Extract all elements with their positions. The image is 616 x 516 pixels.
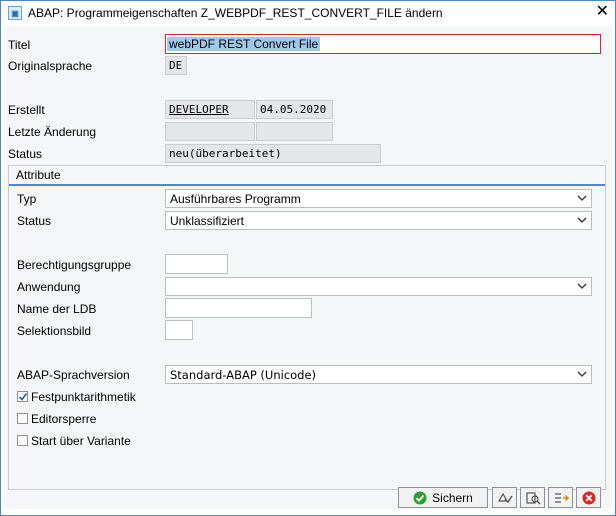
sap-app-icon: ▣ xyxy=(8,6,22,20)
close-icon[interactable]: ✕ xyxy=(596,4,609,20)
erstellt-user-field[interactable]: DEVELOPER xyxy=(165,100,255,119)
cancel-button[interactable] xyxy=(576,487,601,508)
chevron-down-icon xyxy=(577,283,587,289)
status-field[interactable]: neu(überarbeitet) xyxy=(165,144,381,163)
chevron-down-icon xyxy=(577,195,587,201)
window-title: ABAP: Programmeigenschaften Z_WEBPDF_RES… xyxy=(28,6,443,20)
chevron-down-icon xyxy=(577,371,587,377)
selektionsbild-label: Selektionsbild xyxy=(17,324,92,338)
selektionsbild-input[interactable] xyxy=(165,320,193,340)
check-icon xyxy=(497,492,513,503)
start-variante-label: Start über Variante xyxy=(31,434,131,448)
cancel-icon xyxy=(582,491,595,504)
letzte-aenderung-date-field[interactable] xyxy=(256,122,333,141)
check-circle-icon xyxy=(413,491,427,504)
letzte-aenderung-label: Letzte Änderung xyxy=(8,125,97,139)
check-syntax-button[interactable] xyxy=(492,487,517,508)
festpunktarithmetik-label: Festpunktarithmetik xyxy=(31,390,136,404)
editorsperre-label: Editorsperre xyxy=(31,412,97,426)
title-bar[interactable]: ▣ ABAP: Programmeigenschaften Z_WEBPDF_R… xyxy=(1,1,615,25)
berechtigungsgruppe-input[interactable] xyxy=(165,254,228,274)
transfer-icon xyxy=(554,492,569,503)
attribute-group: Attribute Typ Ausführbares Programm Stat… xyxy=(8,165,606,490)
sprachversion-value: Standard-ABAP (Unicode) xyxy=(170,367,317,382)
erstellt-label: Erstellt xyxy=(8,103,45,117)
dialog-body: Titel webPDF REST Convert File Originals… xyxy=(4,26,612,509)
dialog-window: ▣ ABAP: Programmeigenschaften Z_WEBPDF_R… xyxy=(0,0,616,516)
anwendung-label: Anwendung xyxy=(17,280,81,294)
transfer-button[interactable] xyxy=(548,487,573,508)
status-label: Status xyxy=(8,147,43,161)
typ-label: Typ xyxy=(17,192,37,206)
checkmark-icon xyxy=(18,393,28,401)
editorsperre-checkbox[interactable] xyxy=(17,413,28,424)
erstellt-date-field[interactable]: 04.05.2020 xyxy=(256,100,333,119)
chevron-down-icon xyxy=(577,217,587,223)
berechtigungsgruppe-label: Berechtigungsgruppe xyxy=(17,258,132,272)
originalsprache-label: Originalsprache xyxy=(8,59,93,73)
attribute-group-title: Attribute xyxy=(16,168,61,182)
originalsprache-field[interactable]: DE xyxy=(165,56,187,75)
titel-value: webPDF REST Convert File xyxy=(167,37,321,51)
name-ldb-label: Name der LDB xyxy=(17,302,97,316)
attr-status-label: Status xyxy=(17,214,52,228)
attribute-group-header: Attribute xyxy=(9,166,605,186)
save-button-label: Sichern xyxy=(432,490,473,505)
attr-status-value: Unklassifiziert xyxy=(170,213,245,228)
typ-value: Ausführbares Programm xyxy=(170,191,301,206)
where-used-icon xyxy=(525,491,540,504)
name-ldb-input[interactable] xyxy=(165,298,312,318)
sprachversion-select[interactable]: Standard-ABAP (Unicode) xyxy=(165,365,592,384)
save-button[interactable]: Sichern xyxy=(398,487,488,508)
letzte-aenderung-user-field[interactable] xyxy=(165,122,255,141)
festpunktarithmetik-checkbox[interactable] xyxy=(17,391,28,402)
where-used-button[interactable] xyxy=(520,487,545,508)
typ-select[interactable]: Ausführbares Programm xyxy=(165,189,592,208)
sprachversion-label: ABAP-Sprachversion xyxy=(17,368,130,382)
attr-status-select[interactable]: Unklassifiziert xyxy=(165,211,592,230)
anwendung-select[interactable] xyxy=(165,277,592,296)
titel-label: Titel xyxy=(8,38,31,52)
start-variante-checkbox[interactable] xyxy=(17,435,28,446)
titel-input[interactable]: webPDF REST Convert File xyxy=(165,34,601,54)
